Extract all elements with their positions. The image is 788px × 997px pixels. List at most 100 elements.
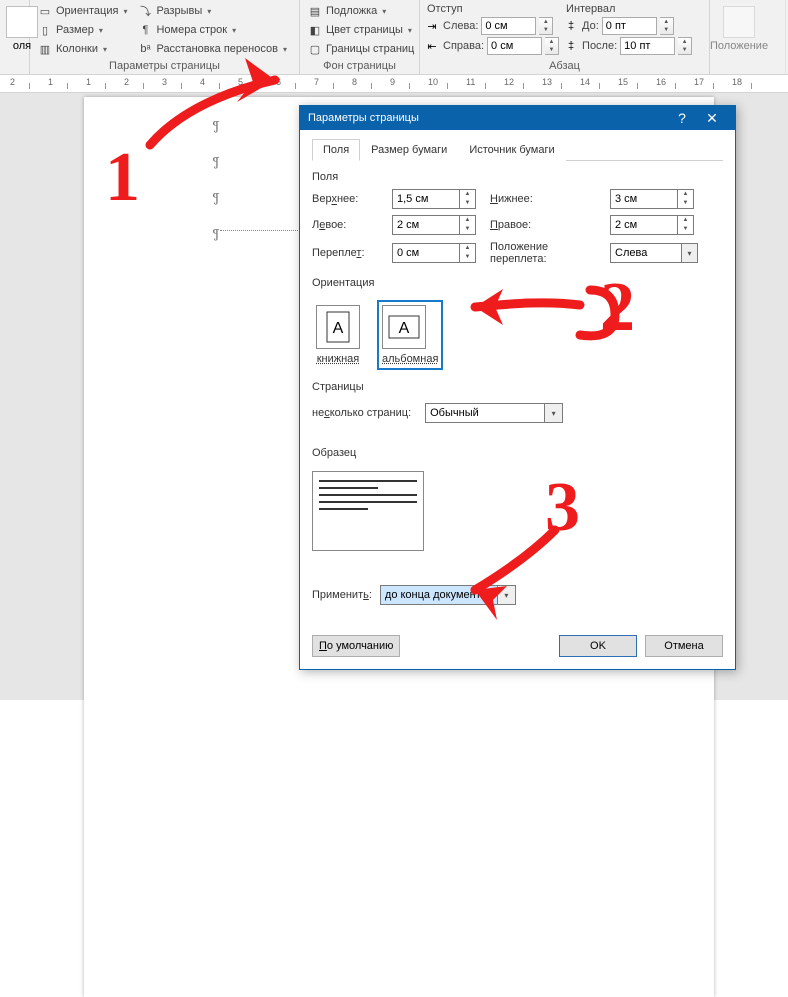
chevron-down-icon[interactable]: ▾ [682, 243, 698, 263]
page-borders-icon: ▢ [307, 41, 323, 57]
pages-legend: Страницы [312, 381, 364, 393]
spinner[interactable]: ▲▼ [460, 189, 476, 209]
page-color-button[interactable]: ◧Цвет страницы▾ [304, 21, 417, 39]
page-color-icon: ◧ [307, 22, 323, 38]
chevron-down-icon: ▾ [207, 7, 211, 16]
position-button[interactable]: Положение [714, 2, 764, 74]
indent-left-icon: ⇥ [424, 18, 440, 34]
help-button[interactable]: ? [667, 110, 697, 126]
left-margin-label: Левое: [312, 219, 382, 231]
columns-button[interactable]: ▥Колонки▾ [34, 40, 130, 58]
right-margin-label: Правое: [490, 219, 600, 231]
dialog-titlebar[interactable]: Параметры страницы ? ✕ [300, 106, 735, 130]
spacing-after-icon: ‡ [563, 38, 579, 54]
chevron-down-icon: ▾ [232, 26, 236, 35]
spinner[interactable]: ▲▼ [678, 215, 694, 235]
group-label-page-bg: Фон страницы [304, 58, 415, 74]
chevron-down-icon: ▾ [283, 45, 287, 54]
watermark-button[interactable]: ▤Подложка▾ [304, 2, 417, 20]
gutter-pos-label: Положение переплета: [490, 241, 600, 265]
tab-margins[interactable]: Поля [312, 139, 360, 161]
tab-paper[interactable]: Размер бумаги [360, 139, 458, 161]
size-icon: ▯ [37, 22, 53, 38]
orientation-fieldset: Ориентация A книжная A альбомная [312, 277, 723, 369]
gutter-label: Переплет: [312, 247, 382, 259]
margins-fieldset: Поля Верхнее: ▲▼ Нижнее: ▲▼ Левое: ▲▼ Пр… [312, 171, 723, 265]
multi-pages-label: несколько страниц: [312, 407, 411, 419]
spacing-before-icon: ‡ [563, 18, 579, 34]
line-numbers-button[interactable]: ¶Номера строк▾ [134, 21, 290, 39]
gutter-pos-select[interactable] [610, 243, 682, 263]
orientation-landscape[interactable]: A альбомная [378, 301, 442, 369]
dialog-title: Параметры страницы [308, 112, 667, 124]
spacing-before-label: До: [582, 20, 599, 32]
orientation-legend: Ориентация [312, 277, 374, 289]
spinner[interactable]: ▲▼ [678, 189, 694, 209]
chevron-down-icon: ▾ [408, 26, 412, 35]
size-button[interactable]: ▯Размер▾ [34, 21, 130, 39]
top-margin-label: Верхнее: [312, 193, 382, 205]
line-numbers-icon: ¶ [137, 22, 153, 38]
columns-icon: ▥ [37, 41, 53, 57]
preview-fieldset: Образец Применить: ▾ [312, 447, 723, 605]
hyphenation-button[interactable]: bᵃРасстановка переносов▾ [134, 40, 290, 58]
indent-right-input[interactable] [487, 37, 542, 55]
spacing-after-label: После: [582, 40, 617, 52]
pilcrow-mark: ¶ [212, 225, 220, 242]
close-button[interactable]: ✕ [697, 110, 727, 127]
breaks-icon: ⤵ [137, 3, 153, 19]
watermark-icon: ▤ [307, 3, 323, 19]
top-margin-input[interactable] [392, 189, 460, 209]
pages-fieldset: Страницы несколько страниц: ▾ [312, 381, 723, 423]
spinner[interactable]: ▲▼ [539, 17, 553, 35]
preview-thumbnail [312, 471, 424, 551]
tab-source[interactable]: Источник бумаги [458, 139, 565, 161]
ribbon: оля ▭Ориентация▾ ▯Размер▾ ▥Колонки▾ ⤵Раз… [0, 0, 788, 75]
breaks-button[interactable]: ⤵Разрывы▾ [134, 2, 290, 20]
chevron-down-icon: ▾ [99, 26, 103, 35]
pilcrow-mark: ¶ [212, 153, 220, 170]
ribbon-group-page-bg: ▤Подложка▾ ◧Цвет страницы▾ ▢Границы стра… [300, 0, 420, 74]
spacing-before-input[interactable] [602, 17, 657, 35]
spinner[interactable]: ▲▼ [545, 37, 559, 55]
bottom-margin-input[interactable] [610, 189, 678, 209]
pilcrow-mark: ¶ [212, 189, 220, 206]
default-button[interactable]: По умолчанию [312, 635, 400, 657]
page-borders-button[interactable]: ▢Границы страниц [304, 40, 417, 58]
spinner[interactable]: ▲▼ [678, 37, 692, 55]
dialog-tabs: Поля Размер бумаги Источник бумаги [312, 138, 723, 161]
chevron-down-icon: ▾ [123, 7, 127, 16]
indent-title: Отступ [424, 2, 559, 16]
page-setup-dialog: Параметры страницы ? ✕ Поля Размер бумаг… [299, 105, 736, 670]
apply-to-select[interactable] [380, 585, 498, 605]
group-label-page-setup: Параметры страницы [34, 58, 295, 74]
orientation-portrait[interactable]: A книжная [312, 301, 364, 369]
preview-legend: Образец [312, 447, 356, 459]
orientation-button[interactable]: ▭Ориентация▾ [34, 2, 130, 20]
ribbon-group-paragraph: Отступ ⇥Слева:▲▼ ⇤Справа:▲▼ Интервал ‡До… [420, 0, 710, 74]
hyphenation-icon: bᵃ [137, 41, 153, 57]
svg-text:A: A [333, 320, 344, 337]
cancel-button[interactable]: Отмена [645, 635, 723, 657]
spacing-after-input[interactable] [620, 37, 675, 55]
ribbon-group-page-setup: ▭Ориентация▾ ▯Размер▾ ▥Колонки▾ ⤵Разрывы… [30, 0, 300, 74]
apply-to-label: Применить: [312, 589, 372, 601]
indent-left-input[interactable] [481, 17, 536, 35]
right-margin-input[interactable] [610, 215, 678, 235]
chevron-down-icon[interactable]: ▾ [545, 403, 563, 423]
left-margin-input[interactable] [392, 215, 460, 235]
chevron-down-icon[interactable]: ▾ [498, 585, 516, 605]
gutter-input[interactable] [392, 243, 460, 263]
spinner[interactable]: ▲▼ [460, 243, 476, 263]
spinner[interactable]: ▲▼ [460, 215, 476, 235]
multi-pages-select[interactable] [425, 403, 545, 423]
svg-text:A: A [399, 320, 410, 337]
bottom-margin-label: Нижнее: [490, 193, 600, 205]
ok-button[interactable]: OK [559, 635, 637, 657]
chevron-down-icon: ▾ [103, 45, 107, 54]
orientation-icon: ▭ [37, 3, 53, 19]
ruler[interactable]: 21123456789101112131415161718 [0, 75, 788, 93]
spacing-title: Интервал [563, 2, 692, 16]
spinner[interactable]: ▲▼ [660, 17, 674, 35]
position-icon [723, 6, 755, 38]
